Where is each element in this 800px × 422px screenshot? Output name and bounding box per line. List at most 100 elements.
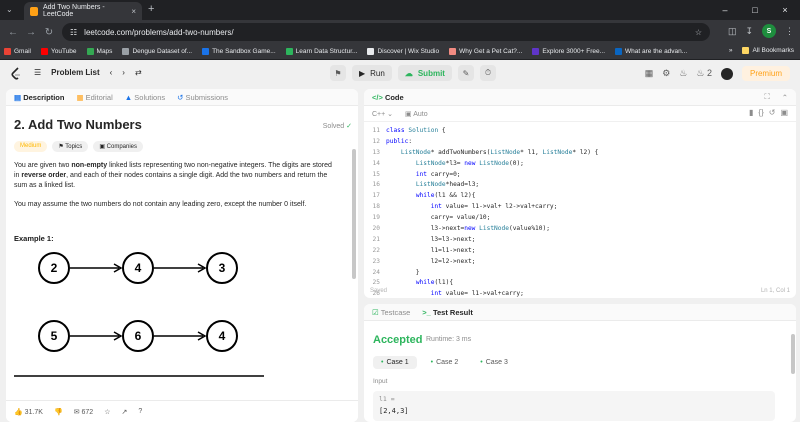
premium-button[interactable]: Premium: [741, 66, 790, 81]
download-icon[interactable]: ↧: [745, 26, 753, 37]
bookmarks-bar: Gmail YouTube Maps Dengue Dataset of... …: [0, 44, 800, 60]
code-line: 25 while(l1){: [364, 277, 796, 288]
tab-editorial[interactable]: ▦ Editorial: [76, 93, 112, 102]
description-footer: 👍 31.7K 👎 ✉ 672 ☆ ↗ ?: [6, 400, 358, 422]
result-scrollbar[interactable]: [791, 334, 795, 374]
bookmark-linkedin[interactable]: What are the advan...: [615, 48, 687, 55]
run-label: Run: [370, 68, 385, 78]
auto-mode[interactable]: ▣ Auto: [405, 110, 428, 118]
case-tab-2[interactable]: • Case 2: [423, 356, 467, 369]
close-window-icon[interactable]: ×: [770, 0, 800, 20]
case-tabs: • Case 1 • Case 2 • Case 3: [373, 356, 516, 369]
code-line: 13 ListNode* addTwoNumbers(ListNode* l1,…: [364, 147, 796, 158]
tab-test-result[interactable]: >_ Test Result: [422, 308, 473, 317]
profile-avatar[interactable]: S: [762, 24, 776, 38]
minimize-icon[interactable]: –: [710, 0, 740, 20]
like-button[interactable]: 👍 31.7K: [14, 408, 43, 416]
lock-icon: ▣: [405, 110, 412, 118]
reset-icon[interactable]: ↺: [769, 108, 776, 117]
prev-problem-icon[interactable]: ‹: [110, 68, 113, 77]
address-bar[interactable]: ☷ leetcode.com/problems/add-two-numbers/…: [62, 23, 710, 41]
new-tab-icon[interactable]: +: [148, 3, 154, 15]
forward-icon[interactable]: →: [22, 27, 40, 38]
topics-chip[interactable]: ⚑ Topics: [52, 141, 89, 152]
line-number: 19: [372, 214, 380, 222]
next-problem-icon[interactable]: ›: [122, 68, 125, 77]
layout-icon[interactable]: ▦: [645, 68, 654, 79]
bookmark-explore[interactable]: Explore 3000+ Free...: [532, 48, 605, 55]
code-actions: ▮ {} ↺ ▣: [749, 108, 788, 117]
tab-testcase[interactable]: ☑ Testcase: [372, 308, 410, 317]
lock-icon: ▣: [99, 144, 105, 150]
input-var-value: [2,4,3]: [379, 407, 409, 415]
code-header: </> Code ⛶ ⌃: [364, 89, 796, 106]
problem-note: You may assume the two numbers do not co…: [14, 201, 307, 208]
settings-gear-icon[interactable]: ⚙: [662, 68, 670, 79]
tab-close-icon[interactable]: ×: [131, 7, 136, 16]
case-tab-3[interactable]: • Case 3: [472, 356, 516, 369]
all-bookmarks[interactable]: All Bookmarks: [742, 47, 794, 54]
test-tabs: ☑ Testcase >_ Test Result: [364, 304, 796, 321]
collapse-icon[interactable]: ⌃: [782, 93, 788, 102]
help-icon[interactable]: ?: [138, 408, 142, 415]
browser-tab[interactable]: Add Two Numbers - LeetCode ×: [24, 2, 142, 20]
favorite-star-icon[interactable]: ☆: [104, 408, 110, 416]
share-icon[interactable]: ↗: [121, 408, 127, 416]
notifications-bell-icon[interactable]: ♨: [679, 68, 687, 79]
streak-counter[interactable]: ♨ 2: [696, 68, 712, 79]
language-select[interactable]: C++ ⌄: [372, 110, 393, 118]
code-tab[interactable]: </> Code: [372, 93, 404, 102]
back-icon[interactable]: ←: [4, 27, 22, 38]
shuffle-icon[interactable]: ⇄: [135, 68, 142, 77]
node-value: 4: [135, 261, 142, 275]
bookmark-dengue[interactable]: Dengue Dataset of...: [122, 48, 192, 55]
leetcode-logo-icon[interactable]: [10, 67, 22, 81]
history-icon: ↺: [177, 92, 184, 102]
node-value: 5: [51, 329, 58, 343]
notes-icon[interactable]: ✎: [457, 65, 474, 81]
braces-icon[interactable]: {}: [758, 108, 763, 117]
fullscreen-icon[interactable]: ▣: [780, 108, 788, 117]
expand-icon[interactable]: ⛶: [764, 92, 769, 102]
bookmark-learn-ds[interactable]: Learn Data Structur...: [285, 48, 357, 55]
bookmark-sandbox[interactable]: The Sandbox Game...: [202, 48, 276, 55]
bookmark-youtube[interactable]: YouTube: [40, 48, 77, 55]
description-scrollbar[interactable]: [352, 149, 356, 279]
tab-solutions[interactable]: ▲ Solutions: [125, 93, 165, 102]
code-text: int value= l1->val+ l2->val+carry;: [430, 203, 558, 211]
node-value: 3: [219, 261, 226, 275]
code-line: 20 l3->next=new ListNode(value%10);: [364, 223, 796, 234]
code-editor[interactable]: 11 class Solution {12 public: 13 ListNode* …: [364, 125, 796, 298]
bookmark-gmail[interactable]: Gmail: [4, 48, 31, 55]
dislike-icon[interactable]: 👎: [54, 408, 63, 416]
node-value: 2: [51, 261, 58, 275]
description-panel: ▤ Description ▦ Editorial ▲ Solutions ↺ …: [6, 89, 358, 422]
bookmark-star-icon[interactable]: ☆: [695, 28, 702, 37]
comments-button[interactable]: ✉ 672: [74, 408, 94, 416]
more-bookmarks-icon[interactable]: »: [729, 47, 733, 54]
bookmark-wix[interactable]: Discover | Wix Studio: [367, 48, 439, 55]
code-line: 12 public:: [364, 136, 796, 147]
tab-description[interactable]: ▤ Description: [14, 93, 64, 102]
code-line: 14 ListNode*l3= new ListNode(0);: [364, 158, 796, 169]
companies-chip[interactable]: ▣ Companies: [93, 141, 144, 152]
case-tab-1[interactable]: • Case 1: [373, 356, 417, 369]
debug-icon[interactable]: ⚑: [330, 65, 346, 81]
bookmark-pet-cat[interactable]: Why Get a Pet Cat?...: [449, 48, 522, 55]
site-info-icon[interactable]: ☷: [70, 28, 77, 37]
line-number: 12: [372, 137, 380, 145]
bookmark-icon[interactable]: ▮: [749, 108, 753, 117]
problem-list-link[interactable]: Problem List: [51, 68, 99, 77]
tab-submissions[interactable]: ↺ Submissions: [177, 93, 228, 102]
list-icon[interactable]: ☰: [34, 68, 41, 77]
extensions-icon[interactable]: ◫: [728, 26, 737, 37]
tab-search-icon[interactable]: ⌄: [6, 5, 13, 14]
chrome-menu-icon[interactable]: ⋮: [785, 26, 794, 37]
reload-icon[interactable]: ↻: [40, 27, 58, 38]
user-avatar[interactable]: [720, 67, 733, 80]
submit-button[interactable]: ☁ Submit: [397, 65, 452, 81]
bookmark-maps[interactable]: Maps: [86, 48, 112, 55]
run-button[interactable]: ▶ Run: [352, 65, 392, 81]
maximize-icon[interactable]: □: [740, 0, 770, 20]
timer-icon[interactable]: ⏱: [479, 65, 496, 81]
